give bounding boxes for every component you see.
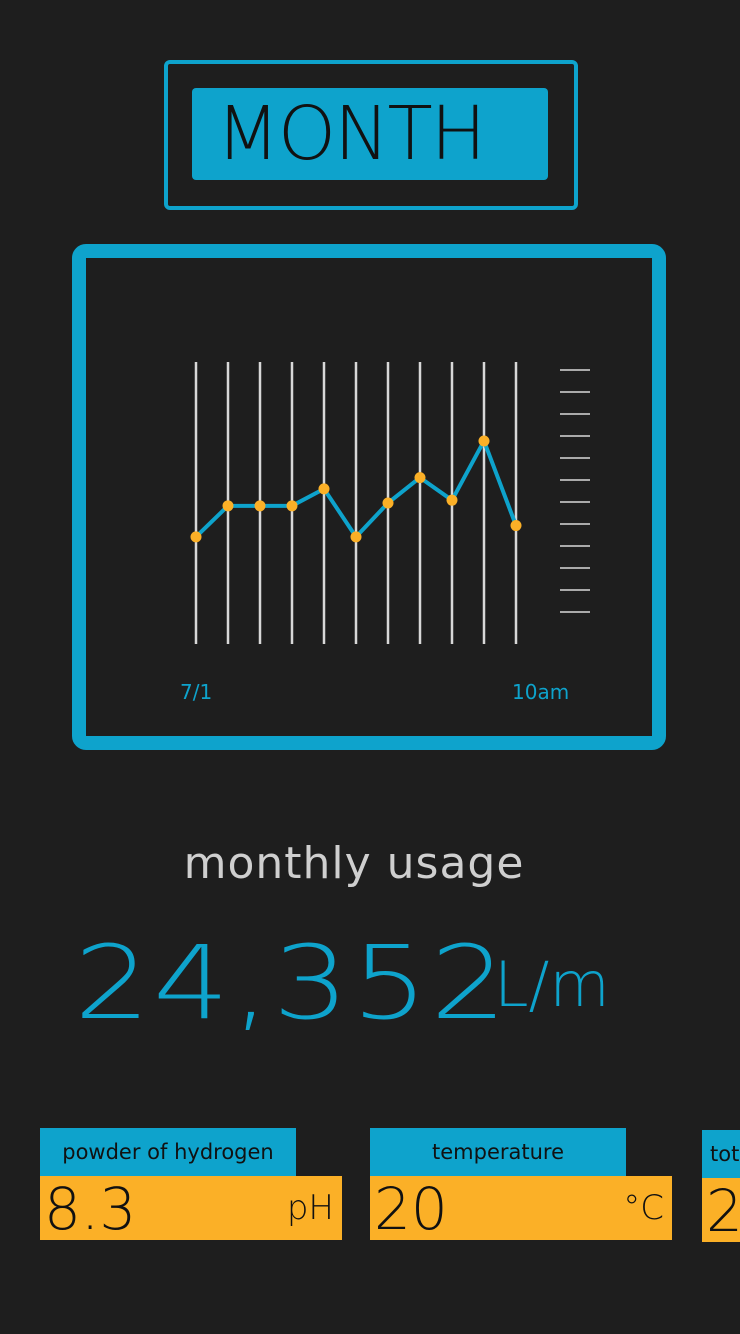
total-tile[interactable]: tot 2 xyxy=(702,1130,740,1242)
chart-data-point[interactable] xyxy=(478,435,490,447)
temperature-value: 20 xyxy=(374,1175,448,1243)
temperature-unit: °C xyxy=(623,1188,664,1228)
ph-value: 8.3 xyxy=(44,1175,137,1243)
chart-data-point[interactable] xyxy=(286,500,298,512)
chart-data-point[interactable] xyxy=(446,494,458,506)
ph-tile-label: powder of hydrogen xyxy=(40,1128,296,1176)
chart-data-point[interactable] xyxy=(510,520,522,532)
chart-data-point[interactable] xyxy=(190,531,202,543)
usage-title: monthly usage xyxy=(183,838,525,889)
total-value: 2 xyxy=(706,1177,740,1245)
usage-unit: L/m xyxy=(494,948,610,1021)
chart-data-point[interactable] xyxy=(414,472,426,484)
chart-data-point[interactable] xyxy=(382,497,394,509)
dashboard-screen: MONTH 7/1 10am monthly usage 24,352 L/m … xyxy=(0,0,740,1334)
period-month-button[interactable]: MONTH xyxy=(192,88,548,180)
ph-tile[interactable]: powder of hydrogen 8.3 pH xyxy=(40,1128,342,1240)
total-tile-label: tot xyxy=(702,1130,740,1178)
temperature-tile[interactable]: temperature 20 °C xyxy=(370,1128,672,1240)
usage-line-chart xyxy=(190,362,590,644)
ph-unit: pH xyxy=(286,1188,334,1228)
chart-data-point[interactable] xyxy=(318,483,330,495)
period-selector: MONTH xyxy=(164,60,578,210)
temperature-tile-label: temperature xyxy=(370,1128,626,1176)
usage-value: 24,352 xyxy=(74,924,510,1043)
chart-data-point[interactable] xyxy=(350,531,362,543)
total-value-bar: 2 xyxy=(702,1178,740,1242)
usage-chart-card: 7/1 10am xyxy=(72,244,666,750)
x-axis-start-label: 7/1 xyxy=(180,680,213,704)
x-axis-end-label: 10am xyxy=(512,680,570,704)
temperature-value-bar: 20 °C xyxy=(370,1176,672,1240)
chart-data-point[interactable] xyxy=(254,500,266,512)
ph-value-bar: 8.3 pH xyxy=(40,1176,342,1240)
chart-data-point[interactable] xyxy=(222,500,234,512)
